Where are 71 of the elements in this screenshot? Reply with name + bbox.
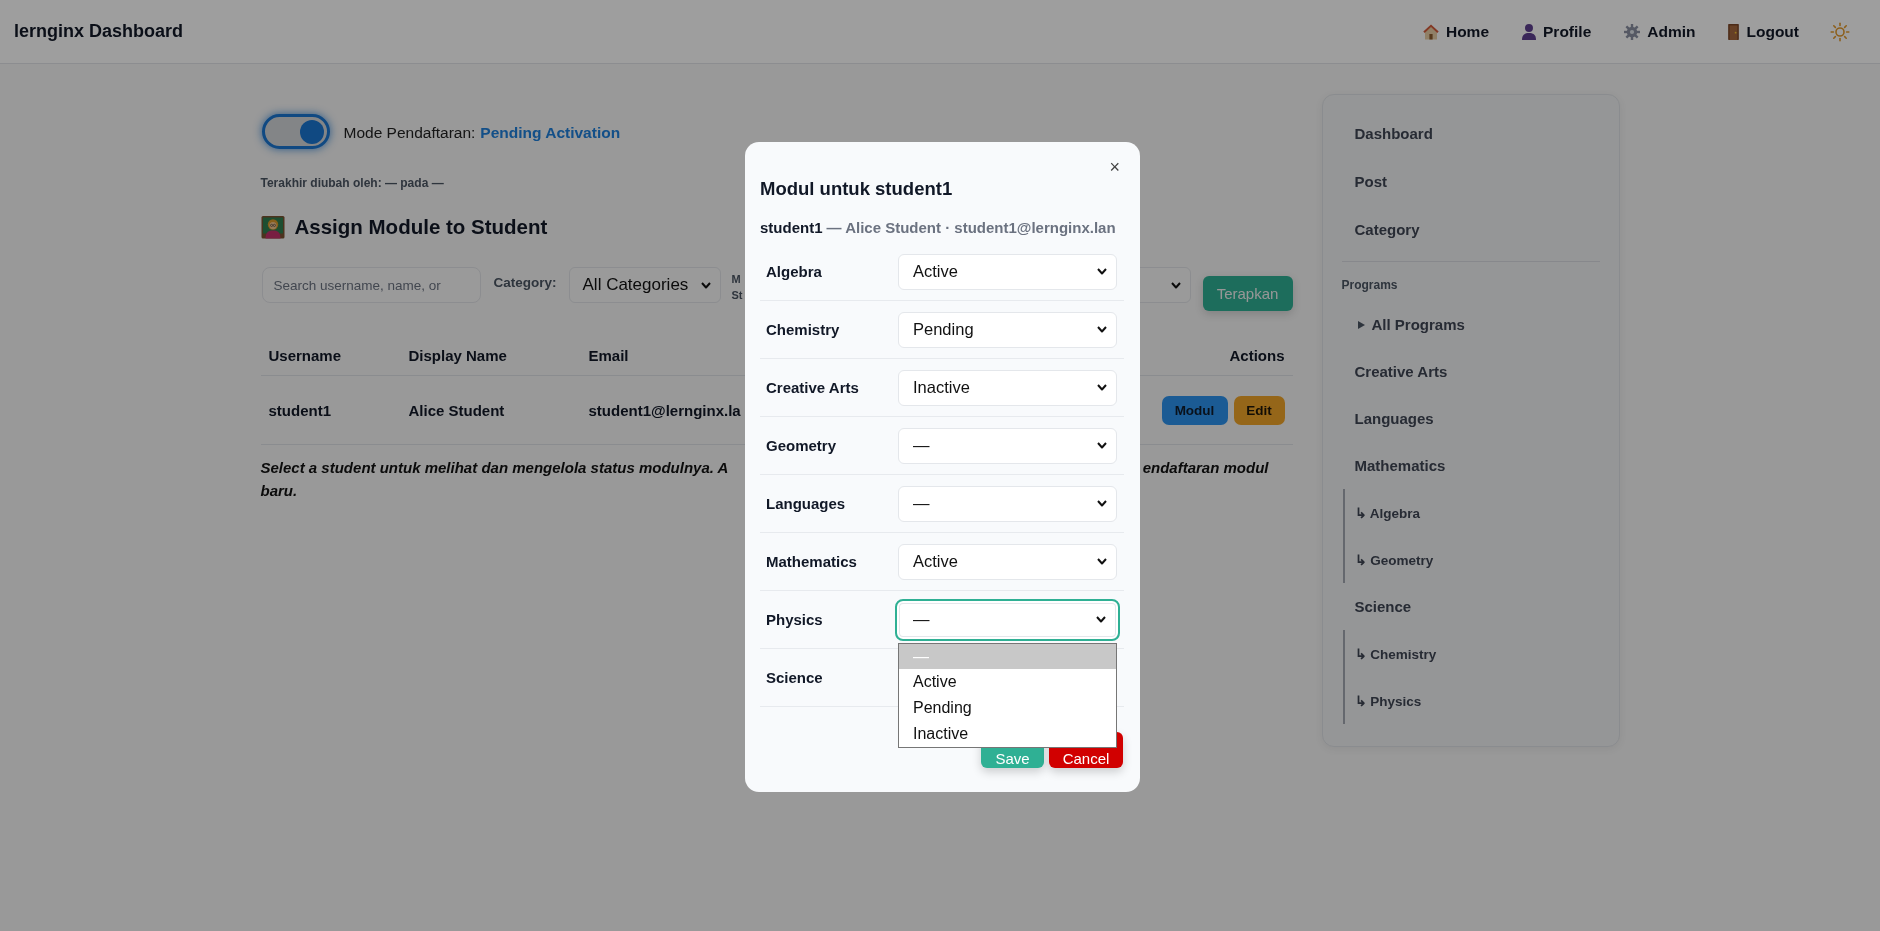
sidebar-link[interactable]: ↳ Algebra [1354, 504, 1420, 521]
chevron-down-icon [1097, 442, 1107, 449]
chevron-down-icon [1097, 500, 1107, 507]
module-label: Physics [766, 611, 823, 628]
module-label: Algebra [766, 263, 822, 280]
chevron-down-icon [1170, 281, 1181, 289]
help-text: endaftaran modul [1142, 458, 1269, 478]
status-select[interactable]: Pending [898, 311, 1117, 348]
module-label: Mathematics [766, 553, 857, 570]
search-field[interactable]: Search username, name, or [261, 267, 481, 303]
sidebar-link[interactable]: Mathematics [1354, 457, 1446, 474]
gear-icon [1624, 23, 1641, 40]
column-header: Display Name [400, 336, 581, 376]
sidebar-link[interactable]: ↳ Chemistry [1354, 645, 1437, 662]
dropdown-option[interactable]: Active [899, 668, 1116, 695]
category-select[interactable]: All Categories [568, 267, 721, 303]
chevron-down-icon [700, 281, 711, 289]
chevron-down-icon [1096, 616, 1106, 623]
module-label: Chemistry [766, 321, 840, 338]
sidebar-link[interactable]: All Programs [1357, 316, 1465, 333]
table-cell: student1 [260, 375, 401, 445]
status-select[interactable]: Active [898, 253, 1117, 290]
sidebar-link[interactable]: ↳ Geometry [1354, 551, 1434, 568]
sidebar-link[interactable]: Creative Arts [1354, 363, 1448, 380]
page-heading: Assign Module to Student [294, 214, 548, 240]
sidebar-link[interactable]: Science [1354, 598, 1412, 615]
username-text: student1 [760, 219, 823, 236]
help-text: baru. [260, 481, 298, 501]
nav-link[interactable]: Logout [1728, 22, 1799, 41]
person-at-board-icon [260, 215, 285, 239]
status-select[interactable]: — [898, 427, 1117, 464]
door-icon [1728, 23, 1740, 40]
sidebar-link[interactable]: Languages [1354, 410, 1434, 427]
user-details-text: — Alice Student · student1@lernginx.lan [826, 219, 1116, 236]
module-label: Creative Arts [766, 379, 859, 396]
sidebar-link[interactable]: ↳ Physics [1354, 692, 1422, 709]
status-select[interactable]: — [898, 485, 1117, 522]
modal-title: Modul untuk student1 [760, 177, 953, 200]
section-title: Programs [1341, 278, 1398, 292]
edit-button[interactable]: Edit [1233, 395, 1285, 425]
table-cell: Alice Student [400, 375, 581, 445]
mode-label: Mode Pendaftaran: [343, 124, 476, 142]
nav-link[interactable]: Admin [1624, 22, 1696, 41]
mode-value: Pending Activation [480, 124, 621, 142]
column-header: Username [260, 336, 401, 376]
caret-icon [1357, 320, 1365, 329]
sun-icon[interactable] [1830, 21, 1850, 42]
sidebar-link[interactable]: Dashboard [1354, 124, 1433, 142]
sidebar-link[interactable]: Post [1354, 172, 1387, 190]
status-select[interactable]: — [895, 598, 1120, 641]
close-button[interactable]: × [1106, 155, 1123, 178]
chevron-down-icon [1097, 326, 1107, 333]
house-icon [1422, 23, 1439, 40]
person-icon [1522, 23, 1537, 40]
status-select[interactable]: Active [898, 543, 1117, 580]
category-label: Category: [493, 274, 557, 290]
nav-link[interactable]: Profile [1522, 22, 1592, 41]
chevron-down-icon [1097, 558, 1107, 565]
chevron-down-icon [1097, 268, 1107, 275]
sidebar-link[interactable]: Category [1354, 220, 1420, 238]
dropdown-option[interactable]: Pending [899, 694, 1116, 721]
last-changed-text: Terakhir diubah oleh: — pada — [260, 176, 444, 191]
module-label: Science [766, 669, 823, 686]
module-label: Languages [766, 495, 846, 512]
app-title: lernginx Dashboard [14, 21, 184, 42]
toggle-switch[interactable] [261, 114, 330, 149]
filter-label: M St [731, 272, 744, 303]
nav-link[interactable]: Home [1422, 22, 1490, 41]
status-select[interactable]: Inactive [898, 369, 1117, 406]
help-text: Select a student untuk melihat dan mengelola status modulnya. A [260, 458, 729, 478]
chevron-down-icon [1097, 384, 1107, 391]
